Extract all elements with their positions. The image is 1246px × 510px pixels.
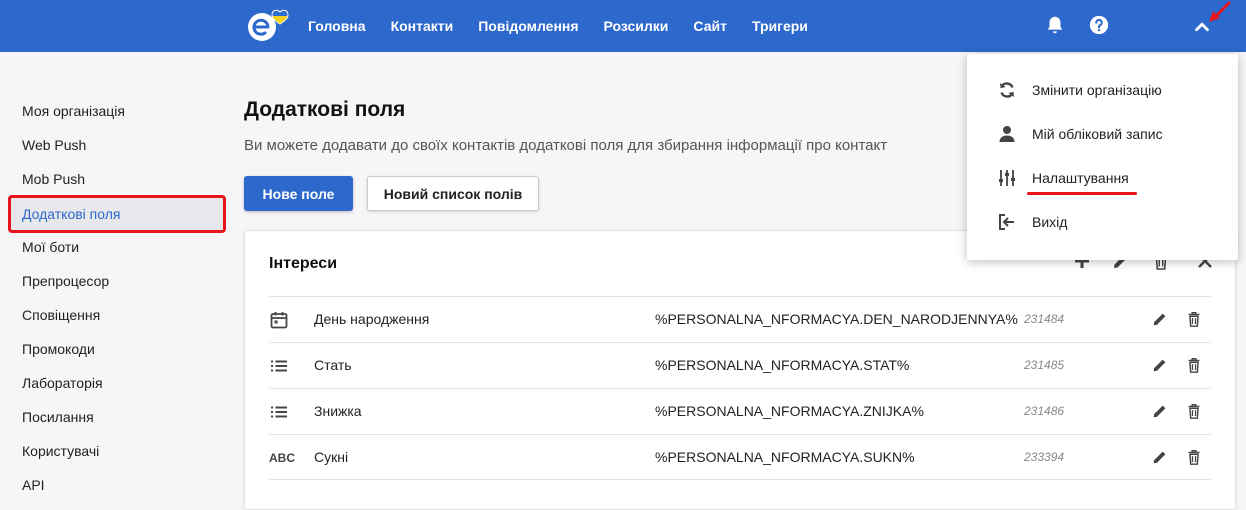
edit-icon[interactable]	[1151, 310, 1169, 328]
nav-site[interactable]: Сайт	[693, 18, 727, 34]
sliders-icon	[999, 170, 1015, 186]
annotation-arrow-icon	[1209, 1, 1231, 22]
delete-icon[interactable]	[1185, 447, 1203, 467]
field-name: Стать	[314, 357, 352, 373]
field-id: 231486	[1024, 404, 1065, 418]
field-id: 231484	[1024, 312, 1065, 326]
list-icon	[271, 360, 287, 372]
logo-icon[interactable]	[246, 9, 294, 43]
menu-item-my-account[interactable]: Мій обліковий запис	[967, 112, 1238, 156]
sidebar-item-notifications[interactable]: Сповіщення	[10, 298, 224, 332]
menu-item-label: Налаштування	[1032, 170, 1129, 186]
sidebar-item-web-push[interactable]: Web Push	[10, 128, 224, 162]
sidebar-item-mob-push[interactable]: Mob Push	[10, 162, 224, 196]
field-name: Знижка	[314, 403, 362, 419]
user-icon	[999, 126, 1015, 142]
delete-icon[interactable]	[1185, 309, 1203, 329]
list-icon	[271, 406, 287, 418]
sidebar-item-additional-fields[interactable]: Додаткові поля	[8, 195, 226, 233]
nav-triggers[interactable]: Тригери	[752, 18, 808, 34]
edit-icon[interactable]	[1151, 356, 1169, 374]
sidebar-item-laboratory[interactable]: Лабораторія	[10, 366, 224, 400]
logout-icon	[999, 214, 1014, 230]
table-row: День народження %PERSONALNA_NFORMACYA.DE…	[269, 296, 1211, 342]
field-id: 231485	[1024, 358, 1065, 372]
menu-item-logout[interactable]: Вихід	[967, 200, 1238, 244]
new-field-button[interactable]: Нове поле	[244, 176, 353, 211]
field-group-title: Інтереси	[269, 255, 338, 272]
sidebar-item-preprocessor[interactable]: Препроцесор	[10, 264, 224, 298]
table-row: Стать %PERSONALNA_NFORMACYA.STAT% 231485	[269, 342, 1211, 388]
text-icon: ABC	[269, 451, 295, 465]
field-name: День народження	[314, 311, 430, 327]
field-variable: %PERSONALNA_NFORMACYA.SUKN%	[655, 449, 915, 465]
user-menu-dropdown: Змінити організацію Мій обліковий запис …	[967, 54, 1238, 260]
nav-campaigns[interactable]: Розсилки	[604, 18, 669, 34]
sync-icon	[1000, 82, 1014, 98]
field-variable: %PERSONALNA_NFORMACYA.STAT%	[655, 357, 910, 373]
field-variable: %PERSONALNA_NFORMACYA.DEN_NARODJENNYA%	[655, 311, 1018, 327]
nav-messages[interactable]: Повідомлення	[478, 18, 578, 34]
field-id: 233394	[1024, 450, 1065, 464]
field-name: Сукні	[314, 449, 349, 465]
menu-item-label: Змінити організацію	[1032, 82, 1162, 98]
delete-icon[interactable]	[1185, 355, 1203, 375]
menu-item-switch-organization[interactable]: Змінити організацію	[967, 68, 1238, 112]
nav-home[interactable]: Головна	[308, 18, 366, 34]
sidebar-item-links[interactable]: Посилання	[10, 400, 224, 434]
sidebar-item-my-organization[interactable]: Моя організація	[10, 94, 224, 128]
field-group-card: Інтереси День народження %PERSONALNA_NFO…	[244, 230, 1236, 510]
edit-icon[interactable]	[1151, 448, 1169, 466]
page-title: Додаткові поля	[244, 98, 406, 121]
help-icon[interactable]	[1088, 14, 1110, 36]
table-row: Знижка %PERSONALNA_NFORMACYA.ZNIJKA% 231…	[269, 388, 1211, 434]
top-navigation-bar: Головна Контакти Повідомлення Розсилки С…	[0, 0, 1246, 52]
edit-icon[interactable]	[1151, 402, 1169, 420]
main-nav: Головна Контакти Повідомлення Розсилки С…	[308, 0, 833, 52]
field-variable: %PERSONALNA_NFORMACYA.ZNIJKA%	[655, 403, 924, 419]
nav-contacts[interactable]: Контакти	[391, 18, 454, 34]
table-row: ABC Сукні %PERSONALNA_NFORMACYA.SUKN% 23…	[269, 434, 1211, 480]
menu-item-label: Вихід	[1032, 214, 1068, 230]
page-subtitle: Ви можете додавати до своїх контактів до…	[244, 137, 888, 154]
calendar-icon	[270, 312, 288, 329]
new-field-list-button[interactable]: Новий список полів	[367, 176, 539, 211]
menu-item-label: Мій обліковий запис	[1032, 126, 1163, 142]
sidebar-item-users[interactable]: Користувачі	[10, 434, 224, 468]
settings-highlight-underline	[1027, 192, 1137, 195]
bell-icon[interactable]	[1044, 14, 1066, 36]
sidebar-item-my-bots[interactable]: Мої боти	[10, 230, 224, 264]
delete-icon[interactable]	[1185, 401, 1203, 421]
sidebar-item-promo-codes[interactable]: Промокоди	[10, 332, 224, 366]
